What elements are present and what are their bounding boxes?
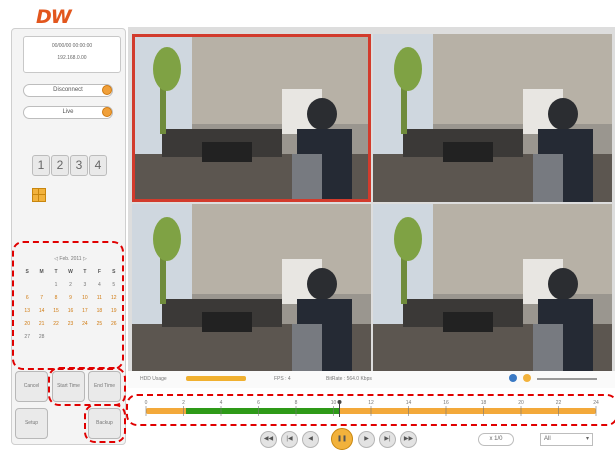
camera-scene-shape: [533, 154, 563, 202]
camera-scene-shape: [202, 142, 252, 162]
connect-button[interactable]: Disconnect: [23, 84, 113, 97]
camera-scene-shape: [192, 34, 371, 124]
status-bar: HDD Usage FPS : 4 BitRate : 564.0 Kbps: [128, 371, 615, 388]
video-display-area: [128, 27, 615, 372]
connect-indicator-icon: [102, 85, 112, 95]
camera-view-2[interactable]: [373, 34, 612, 202]
camera-scene-shape: [394, 217, 422, 261]
info-box: 00/00/00 00:00:00 192.168.0.00: [23, 36, 121, 73]
camera-scene-shape: [548, 98, 578, 130]
split-4-button[interactable]: 4: [89, 155, 107, 176]
forward-icon: ▶: [364, 436, 369, 442]
camera-scene-shape: [153, 217, 181, 261]
camera-scene-shape: [292, 154, 322, 202]
step-back-icon: |◀: [286, 436, 293, 442]
pause-button[interactable]: ❚❚: [331, 428, 353, 450]
time-buttons-highlight-box: [48, 367, 126, 406]
pause-icon: ❚❚: [336, 436, 348, 442]
camera-view-1[interactable]: [132, 34, 371, 202]
step-back-button[interactable]: |◀: [281, 431, 298, 448]
camera-feed-image: [132, 204, 371, 372]
audio-icon[interactable]: [509, 374, 517, 382]
speed-readout: x 1/0: [478, 433, 514, 446]
camera-scene-shape: [307, 98, 337, 130]
camera-feed-image: [132, 34, 371, 202]
calendar-highlight-box: [12, 241, 124, 370]
chevron-down-icon: ▾: [585, 436, 589, 442]
forward-fast-button[interactable]: ▶▶: [400, 431, 417, 448]
forward-button[interactable]: ▶: [358, 431, 375, 448]
hdd-usage-label: HDD Usage: [140, 376, 167, 382]
split-1-button[interactable]: 1: [32, 155, 50, 176]
mode-indicator-icon: [102, 107, 112, 117]
mode-dropdown[interactable]: Live: [23, 106, 113, 119]
camera-feed-image: [373, 204, 612, 372]
camera-scene-shape: [394, 47, 422, 91]
backup-highlight-box: [84, 404, 126, 443]
camera-scene-shape: [202, 312, 252, 332]
camera-scene-shape: [292, 324, 322, 372]
forward-fast-icon: ▶▶: [403, 436, 414, 442]
camera-scene-shape: [192, 204, 371, 294]
camera-view-4[interactable]: [373, 204, 612, 372]
quad-grid-icon[interactable]: [32, 188, 46, 202]
camera-scene-shape: [433, 204, 612, 294]
timeline-highlight-box: [126, 394, 615, 426]
channel-select[interactable]: All ▾: [540, 433, 593, 446]
setup-button[interactable]: Setup: [15, 408, 48, 439]
camera-scene-shape: [548, 268, 578, 300]
step-forward-button[interactable]: ▶|: [379, 431, 396, 448]
channel-select-value: All: [544, 436, 551, 442]
camera-scene-shape: [433, 34, 612, 124]
rewind-icon: ◀: [308, 436, 313, 442]
cancel-button[interactable]: Cancel: [15, 371, 48, 402]
camera-scene-shape: [533, 324, 563, 372]
camera-scene-shape: [443, 142, 493, 162]
camera-scene-shape: [307, 268, 337, 300]
camera-view-3[interactable]: [132, 204, 371, 372]
bitrate-readout: BitRate : 564.0 Kbps: [326, 376, 372, 382]
step-forward-icon: ▶|: [384, 436, 391, 442]
ip-readout: 192.168.0.00: [57, 55, 87, 61]
split-2-button[interactable]: 2: [51, 155, 69, 176]
volume-icon[interactable]: [523, 374, 531, 382]
rewind-fast-icon: ◀◀: [263, 436, 274, 442]
fps-readout: FPS : 4: [274, 376, 291, 382]
rewind-fast-button[interactable]: ◀◀: [260, 431, 277, 448]
camera-scene-shape: [443, 312, 493, 332]
hdd-usage-bar: [186, 376, 246, 381]
volume-slider[interactable]: [537, 378, 597, 380]
split-3-button[interactable]: 3: [70, 155, 88, 176]
brand-logo: DW: [36, 6, 72, 28]
camera-scene-shape: [153, 47, 181, 91]
rewind-button[interactable]: ◀: [302, 431, 319, 448]
datetime-readout: 00/00/00 00:00:00: [51, 43, 93, 49]
camera-feed-image: [373, 34, 612, 202]
